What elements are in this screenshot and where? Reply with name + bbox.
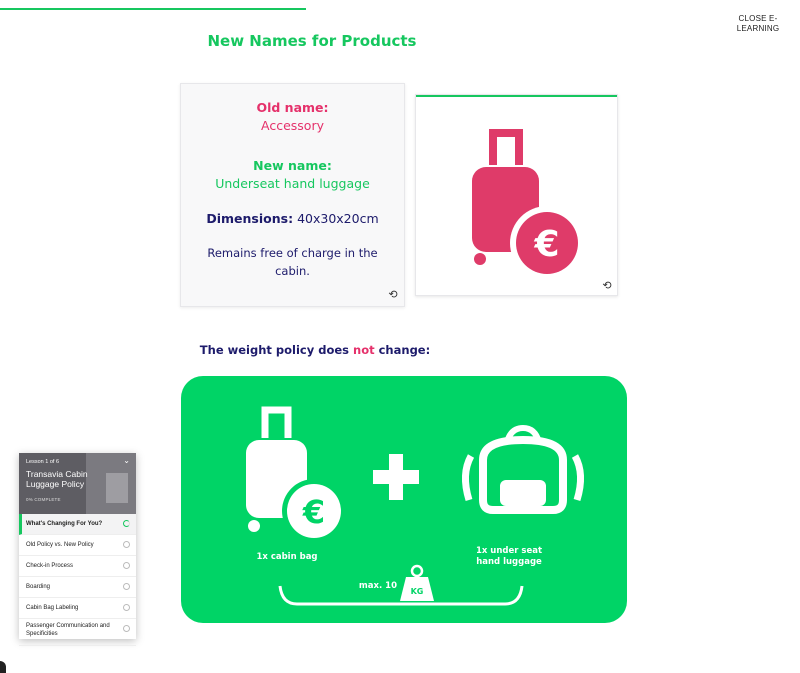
weight-policy-panel: € 1x cabin bag 1x under seat hand luggag… [181, 376, 627, 623]
image-flip-card[interactable]: € ⟲ [415, 94, 618, 296]
cabin-bag-label: 1x cabin bag [256, 552, 318, 562]
lesson-header: Lesson 1 of 6 Transavia Cabin Luggage Po… [19, 453, 136, 514]
corner-decoration [0, 661, 6, 673]
old-name-heading: Old name: [256, 100, 329, 115]
old-name-value: Accessory [261, 118, 324, 133]
new-name-heading: New name: [253, 158, 332, 173]
status-circle-icon [123, 583, 130, 590]
luggage-euro-icon: € [472, 129, 584, 280]
lesson-title: Transavia Cabin Luggage Policy [26, 469, 88, 489]
lesson-item[interactable]: Old Policy vs. New Policy [19, 535, 136, 556]
lesson-progress: 0% COMPLETE [26, 497, 61, 502]
dimensions-heading: Dimensions: [206, 211, 294, 226]
lesson-item[interactable]: Check-in Process [19, 556, 136, 577]
lesson-item[interactable]: Passenger Communication and Specificitie… [19, 619, 136, 646]
weight-bracket [278, 585, 524, 606]
info-flip-card[interactable]: Old name: Accessory New name: Underseat … [180, 83, 405, 307]
status-circle-icon [123, 520, 130, 527]
free-of-charge-note: Remains free of charge in the cabin. [207, 246, 378, 278]
dimensions-value: 40x30x20cm [297, 211, 379, 226]
course-progress-line [0, 8, 306, 10]
lesson-menu: Lesson 1 of 6 Transavia Cabin Luggage Po… [19, 453, 136, 646]
lesson-item[interactable]: Cabin Bag Labeling [19, 598, 136, 619]
lesson-item[interactable]: What's Changing For You? [19, 514, 136, 535]
status-circle-icon [123, 541, 130, 548]
svg-text:€: € [533, 224, 559, 265]
page-title: New Names for Products [207, 32, 417, 50]
max-weight-label: max. 10 [358, 581, 397, 591]
status-circle-icon [123, 625, 130, 632]
status-circle-icon [123, 604, 130, 611]
weight-illustration: € [246, 406, 584, 606]
flip-icon[interactable]: ⟲ [387, 289, 399, 301]
weight-policy-subtitle: The weight policy does not change: [199, 343, 431, 357]
backpack-icon [462, 424, 584, 514]
flip-icon[interactable]: ⟲ [601, 280, 613, 292]
svg-text:€: € [302, 493, 325, 531]
kg-label: KG [410, 587, 424, 596]
underseat-luggage-label: 1x under seat hand luggage [475, 546, 543, 567]
collapse-chevron-icon[interactable]: ⌄ [123, 456, 130, 465]
status-circle-icon [123, 562, 130, 569]
lesson-count: Lesson 1 of 6 [26, 459, 60, 465]
close-elearning-link[interactable]: CLOSE E-LEARNING [728, 14, 788, 34]
new-name-value: Underseat hand luggage [215, 176, 370, 191]
cabin-bag-icon [261, 406, 292, 438]
lesson-item[interactable]: Boarding [19, 577, 136, 598]
